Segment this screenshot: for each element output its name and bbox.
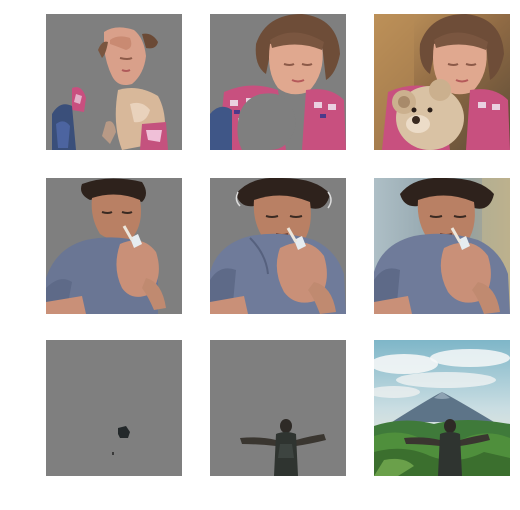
tile-row1-original [374, 14, 510, 150]
tile-row1-sparse-mask [46, 14, 182, 150]
tile-row3-sparse-mask [46, 340, 182, 476]
tile-row3-original [374, 340, 510, 476]
tile-row2-sparse-mask [46, 178, 182, 314]
tile-row2-dense-mask [210, 178, 346, 314]
tile-row3-dense-mask [210, 340, 346, 476]
tile-row1-dense-mask [210, 14, 346, 150]
image-grid [0, 0, 520, 510]
tile-row2-original [374, 178, 510, 314]
